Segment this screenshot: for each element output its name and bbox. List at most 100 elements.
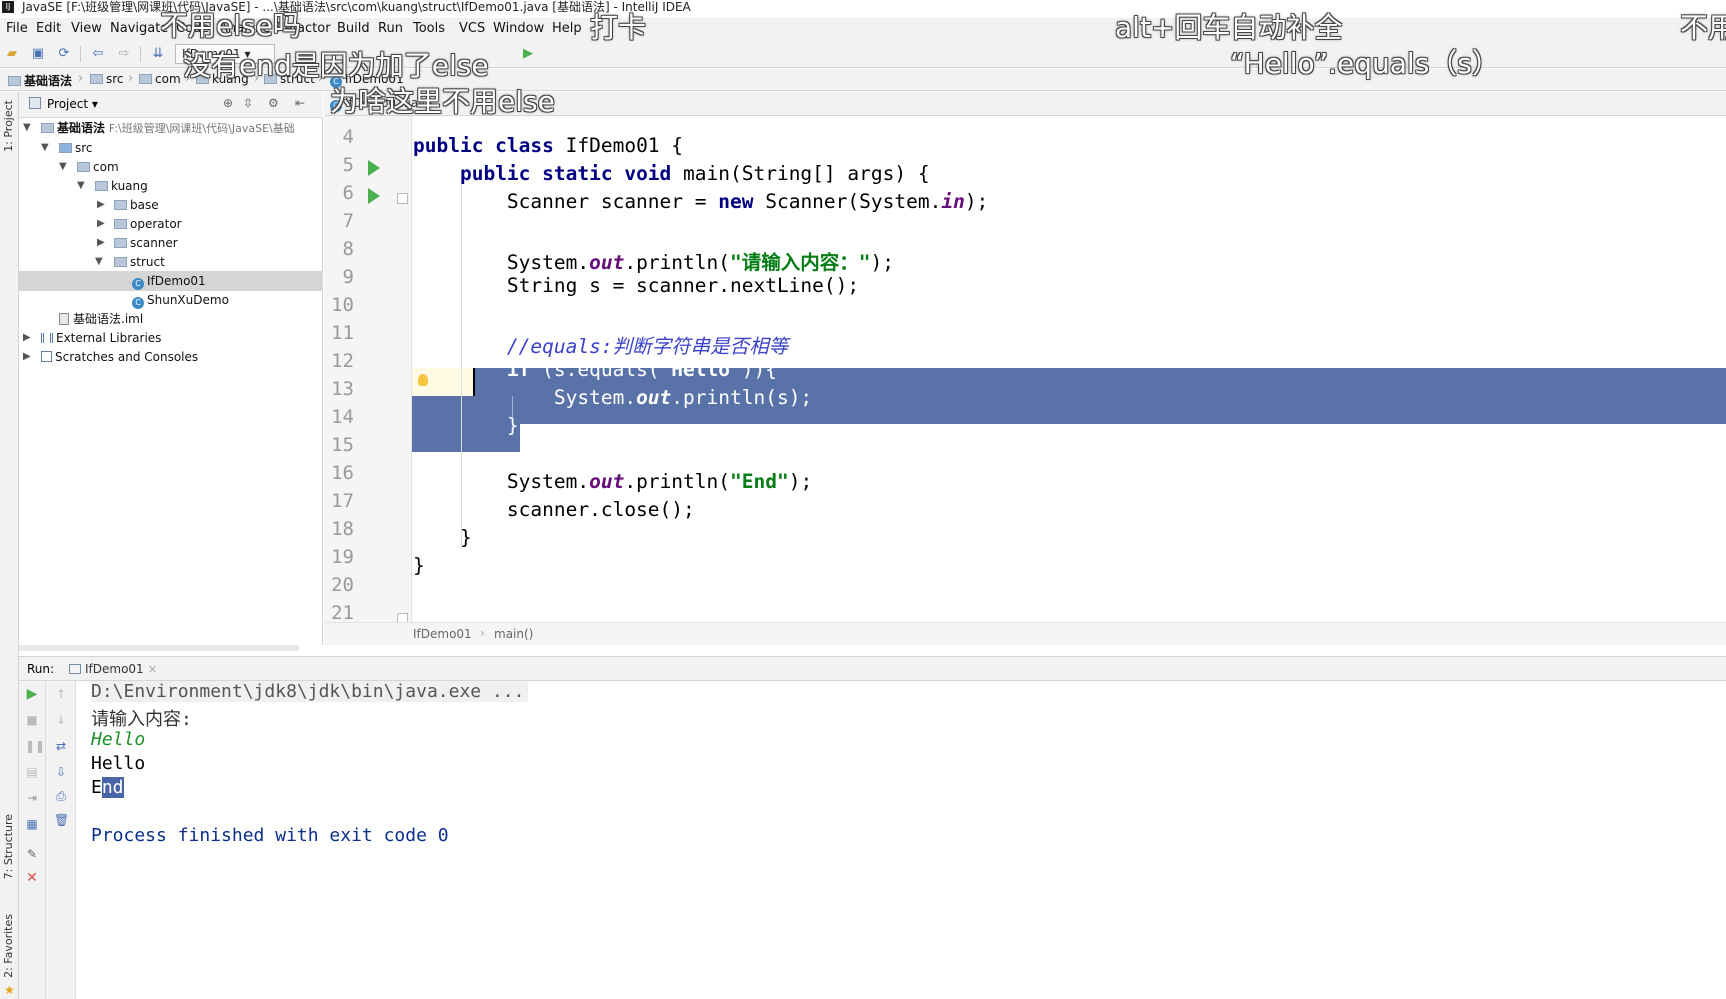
line-number: 18 [331,518,354,540]
run-label: Run: [27,662,55,676]
line-number: 10 [331,294,354,316]
folder-icon [114,219,127,229]
console-selection: nd [101,777,124,798]
console-exit-line: Process finished with exit code 0 [91,825,449,846]
project-view-icon [29,97,41,109]
menu-build[interactable]: Build [337,21,370,36]
tree-item-operator[interactable]: ▶ operator [19,214,323,234]
folder-icon [8,76,21,86]
run-panel-header: Run: IfDemo01 × [19,657,1726,681]
close-icon[interactable]: × [148,662,158,676]
layout-icon[interactable]: ▦ [25,817,39,831]
collapse-all-icon[interactable]: ⇳ [243,96,253,110]
build-icon[interactable]: ⇊ [150,46,166,62]
close-icon[interactable]: ✕ [25,871,39,885]
run-icon[interactable]: ▶ [520,46,536,62]
toolbar-separator [140,46,141,62]
java-class-icon: C [132,297,144,309]
forward-icon[interactable]: ⇨ [116,46,132,62]
tree-item-shunxudemo[interactable]: C ShunXuDemo [19,290,323,310]
code-line-20: } [413,554,425,577]
pause-icon[interactable]: ❚❚ [25,739,45,753]
overlay-text: 不用 [1680,11,1726,44]
horizontal-scrollbar[interactable] [19,645,299,651]
code-line-17: System.out.println("End"); [413,470,813,493]
tree-item-scanner[interactable]: ▶ scanner [19,233,323,253]
folder-icon [139,74,152,84]
exit-icon[interactable]: ⇥ [25,791,39,805]
pin-icon[interactable]: ✎ [25,847,39,861]
folder-icon [41,123,54,133]
hide-panel-icon[interactable]: ⇤ [295,96,305,110]
tree-item-struct[interactable]: ▼ struct [19,252,323,272]
fold-marker-icon[interactable] [397,193,408,204]
menu-view[interactable]: View [71,21,102,36]
console-output-line: 请输入内容: [91,709,192,730]
code-line-15: } [413,414,519,437]
breadcrumb-com[interactable]: com [139,72,181,86]
menu-vcs[interactable]: VCS [459,21,485,36]
folder-icon [114,200,127,210]
code-line-5: public class IfDemo01 { [413,134,684,157]
tab-structure[interactable]: 7: Structure [2,814,15,879]
open-folder-icon[interactable]: ▰ [4,46,20,62]
chevron-right-icon: ▶ [97,218,105,229]
run-toolbar-secondary: ↑ ↓ ⇄ ⇩ ⎙ 🗑 [46,681,76,999]
code-line-18: scanner.close(); [413,498,695,521]
run-class-icon[interactable] [368,160,380,176]
dump-threads-icon[interactable]: ▤ [25,765,39,779]
chevron-right-icon: ▶ [23,351,31,362]
scroll-to-end-icon[interactable]: ⇩ [54,765,68,779]
tab-favorites[interactable]: 2: Favorites [2,914,15,978]
folder-icon [114,238,127,248]
editor-breadcrumb-method[interactable]: main() [494,627,533,641]
run-tab-ifdemo01[interactable]: IfDemo01 × [69,662,158,676]
save-icon[interactable]: ▣ [30,46,46,62]
print-icon[interactable]: ⎙ [54,789,68,803]
chevron-right-icon: › [78,71,84,86]
locate-icon[interactable]: ⊕ [223,96,233,110]
sync-icon[interactable]: ⟳ [56,46,72,62]
tree-item-base[interactable]: ▶ base [19,195,323,215]
tree-item-ifdemo01[interactable]: C IfDemo01 [19,271,323,291]
line-number: 6 [342,182,354,204]
tree-item-src[interactable]: ▼ src [19,138,323,158]
gear-icon[interactable]: ⚙ [268,96,279,110]
tree-item-project-root[interactable]: ▼ 基础语法 F:\班级管理\网课班\代码\JavaSE\基础 [19,118,323,138]
tree-item-kuang[interactable]: ▼ kuang [19,176,323,196]
run-tool-window: Run: IfDemo01 × ▶ ■ ❚❚ ▤ ⇥ ▦ ✎ ✕ ↑ ↓ ⇄ ⇩… [19,656,1726,999]
menu-tools[interactable]: Tools [413,21,445,36]
overlay-text: “Hello”.equals（s） [1230,47,1500,80]
rerun-icon[interactable]: ▶ [25,687,39,701]
code-editor[interactable]: C IfDemo01.java 4 5 6 7 8 9 10 11 12 13 1… [324,92,1726,645]
stop-icon[interactable]: ■ [25,713,39,727]
menu-run[interactable]: Run [378,21,403,36]
overlay-text: 打卡 [590,11,647,44]
arrow-down-icon[interactable]: ↓ [54,713,68,727]
tree-item-external-libraries[interactable]: ▶ External Libraries [19,328,323,348]
library-icon [41,333,53,343]
line-number: 11 [331,322,354,344]
back-icon[interactable]: ⇦ [90,46,106,62]
menu-window[interactable]: Window [493,21,544,36]
tree-item-scratches[interactable]: ▶ Scratches and Consoles [19,347,323,367]
console-output-line: Hello [91,753,146,774]
menu-file[interactable]: File [6,21,28,36]
editor-breadcrumb-bar: IfDemo01 › main() [324,622,1726,645]
project-panel-header: Project ▾ ⊕ ⇳ ⚙ ⇤ [19,92,323,118]
tab-project[interactable]: 1: Project [2,100,15,152]
chevron-right-icon: › [128,71,134,86]
project-view-selector[interactable]: Project ▾ [47,97,98,111]
trash-icon[interactable]: 🗑 [54,813,69,827]
editor-breadcrumb-class[interactable]: IfDemo01 [413,627,472,641]
breadcrumb-project[interactable]: 基础语法 [8,72,72,89]
menu-edit[interactable]: Edit [36,21,61,36]
run-main-icon[interactable] [368,188,380,204]
tree-item-iml[interactable]: 基础语法.iml [19,309,323,329]
console-input-line: Hello [91,729,146,750]
arrow-up-icon[interactable]: ↑ [54,687,68,701]
menu-help[interactable]: Help [552,21,582,36]
tree-item-com[interactable]: ▼ com [19,157,323,177]
breadcrumb-src[interactable]: src [90,72,124,86]
soft-wrap-icon[interactable]: ⇄ [54,739,68,753]
